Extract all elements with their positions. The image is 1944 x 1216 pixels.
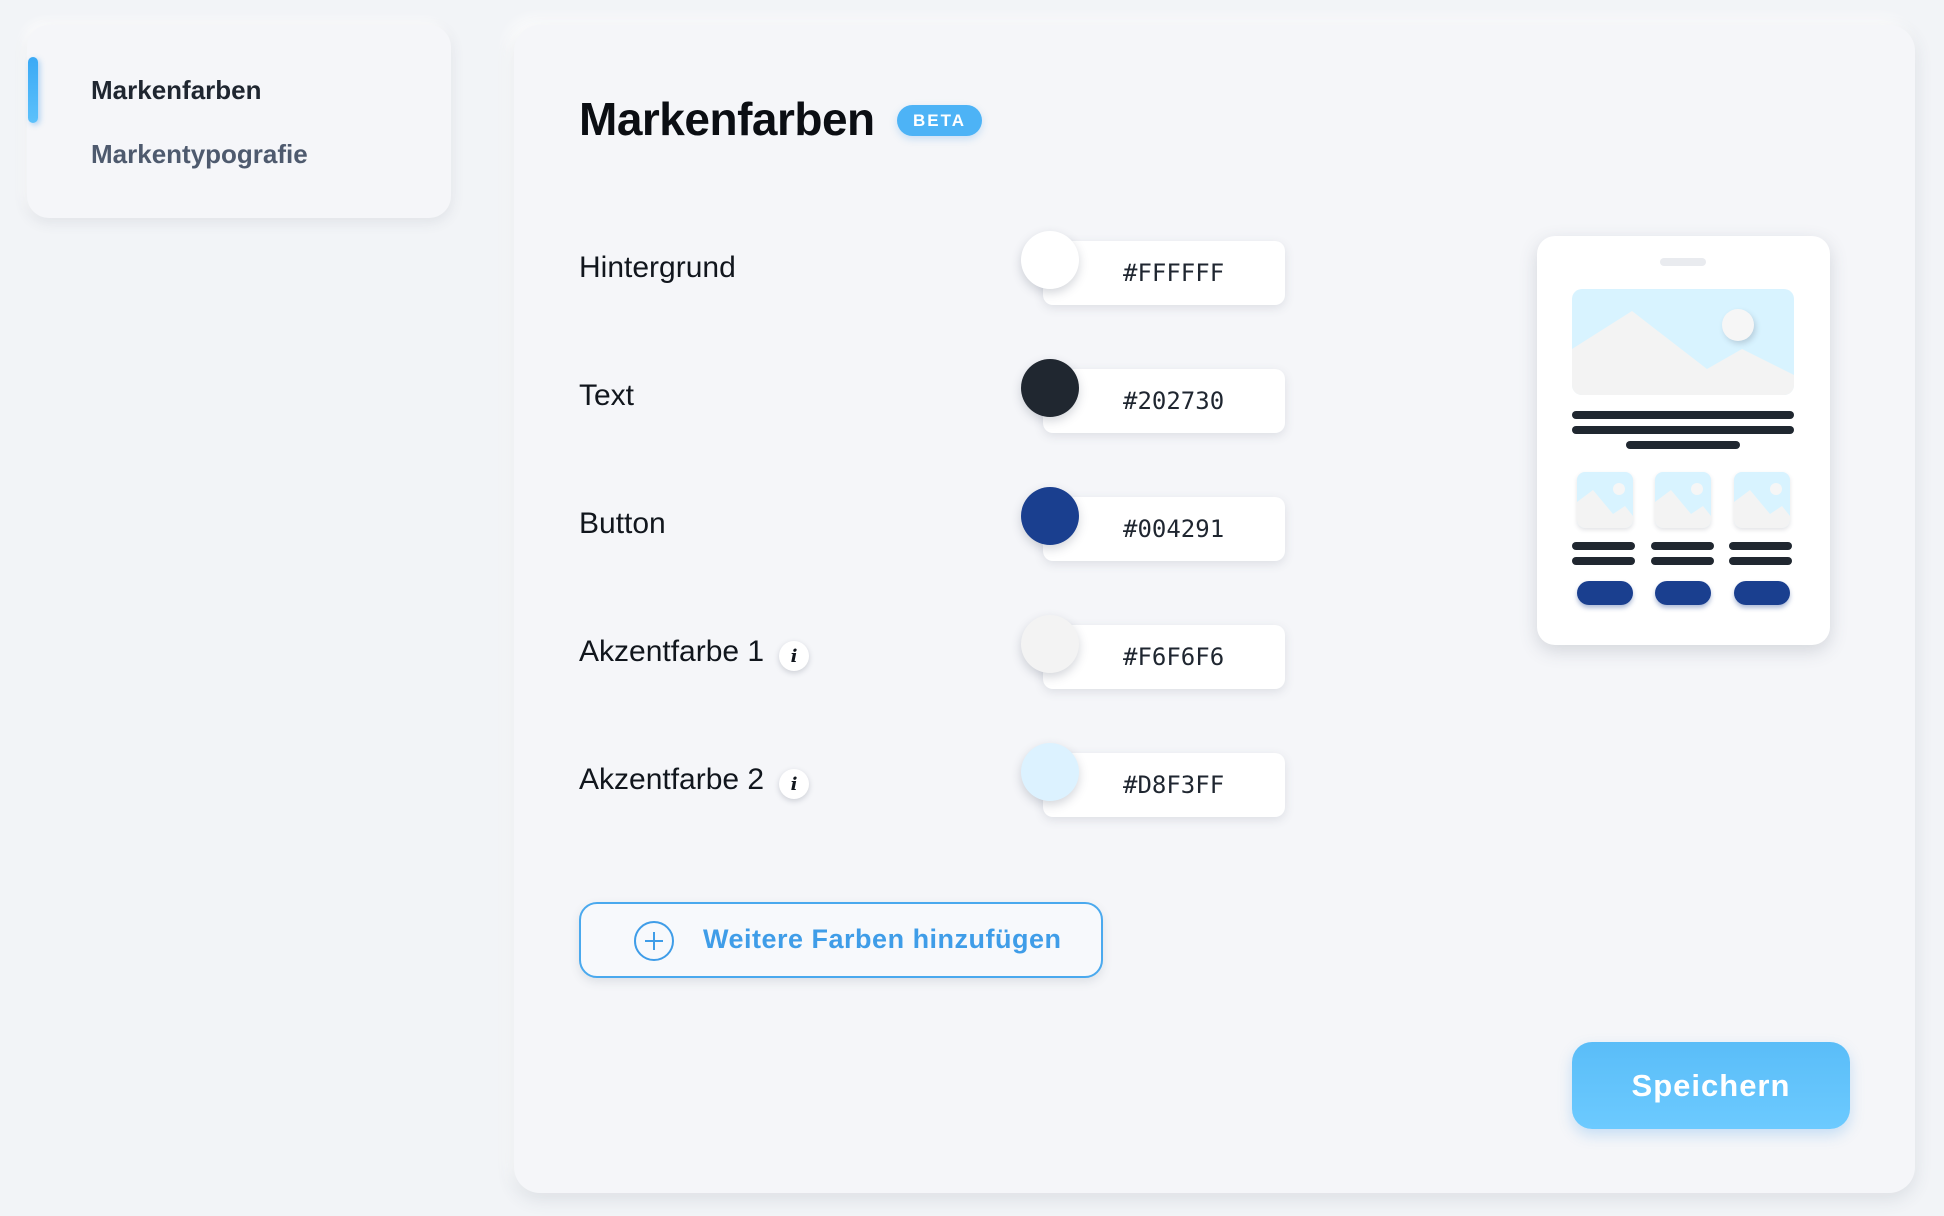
color-swatch[interactable] xyxy=(1021,487,1079,545)
preview-text-line xyxy=(1729,542,1792,550)
sun-icon xyxy=(1722,309,1754,341)
preview-text-line xyxy=(1729,557,1792,565)
color-swatch[interactable] xyxy=(1021,615,1079,673)
preview-text-line xyxy=(1572,542,1635,550)
sidebar-item-markenfarben[interactable]: Markenfarben xyxy=(91,75,262,106)
color-label: Akzentfarbe 1 xyxy=(579,635,765,668)
color-label: Hintergrund xyxy=(579,251,736,284)
active-nav-indicator xyxy=(28,57,38,123)
color-row-button: Button #004291 xyxy=(579,487,1359,561)
color-label: Text xyxy=(579,379,635,412)
color-label: Akzentfarbe 2 xyxy=(579,763,765,796)
preview-button-pill xyxy=(1655,581,1711,605)
preview-text-line xyxy=(1651,542,1714,550)
hex-input[interactable]: #F6F6F6 xyxy=(1043,625,1285,689)
preview-notch xyxy=(1660,258,1706,266)
mountain-icon xyxy=(1572,311,1794,395)
preview-text-line xyxy=(1572,411,1794,419)
add-colors-button[interactable]: Weitere Farben hinzufügen xyxy=(579,902,1103,978)
brand-preview xyxy=(1537,236,1830,645)
preview-text-line xyxy=(1572,557,1635,565)
preview-button-pill xyxy=(1577,581,1633,605)
preview-button-pill xyxy=(1734,581,1790,605)
save-button[interactable]: Speichern xyxy=(1572,1042,1850,1129)
add-colors-label: Weitere Farben hinzufügen xyxy=(703,924,1062,954)
sidebar-item-markentypografie[interactable]: Markentypografie xyxy=(91,139,308,170)
hex-input[interactable]: #D8F3FF xyxy=(1043,753,1285,817)
color-swatch[interactable] xyxy=(1021,359,1079,417)
preview-thumb-image-icon xyxy=(1734,472,1790,528)
preview-thumb-image-icon xyxy=(1655,472,1711,528)
color-row-akzentfarbe-1: Akzentfarbe 1 i #F6F6F6 xyxy=(579,615,1359,689)
color-row-hintergrund: Hintergrund #FFFFFF xyxy=(579,231,1359,305)
page-title: Markenfarben xyxy=(579,93,875,145)
info-icon[interactable]: i xyxy=(779,769,809,799)
info-icon[interactable]: i xyxy=(779,641,809,671)
preview-hero-image-icon xyxy=(1572,289,1794,395)
sidebar-nav: Markenfarben Markentypografie xyxy=(27,25,451,218)
plus-circle-icon xyxy=(634,921,674,961)
preview-text-line xyxy=(1651,557,1714,565)
hex-input[interactable]: #202730 xyxy=(1043,369,1285,433)
color-swatch[interactable] xyxy=(1021,743,1079,801)
color-row-akzentfarbe-2: Akzentfarbe 2 i #D8F3FF xyxy=(579,743,1359,817)
color-label: Button xyxy=(579,507,666,540)
preview-text-line xyxy=(1572,426,1794,434)
hex-input[interactable]: #FFFFFF xyxy=(1043,241,1285,305)
beta-badge: BETA xyxy=(897,105,983,136)
preview-thumb-image-icon xyxy=(1577,472,1633,528)
color-swatch[interactable] xyxy=(1021,231,1079,289)
preview-text-line xyxy=(1626,441,1740,449)
color-row-text: Text #202730 xyxy=(579,359,1359,433)
main-panel: Markenfarben BETA Hintergrund #FFFFFF Te… xyxy=(514,25,1915,1193)
hex-input[interactable]: #004291 xyxy=(1043,497,1285,561)
